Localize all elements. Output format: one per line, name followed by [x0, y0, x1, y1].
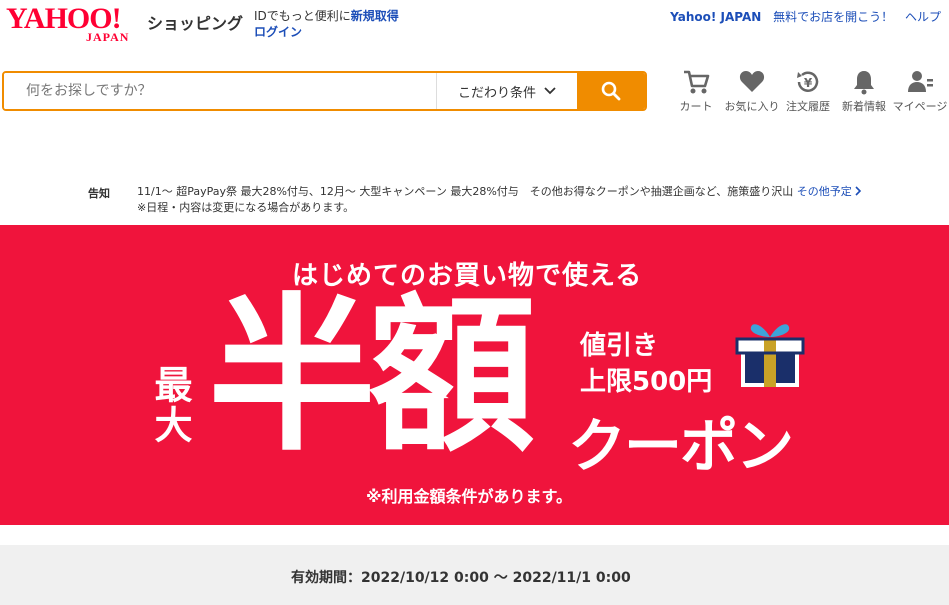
- chevron-down-icon: [544, 87, 556, 95]
- notice-label: 告知: [88, 187, 110, 200]
- shopping-title[interactable]: ショッピング: [147, 10, 243, 34]
- user-icon: [908, 71, 933, 92]
- bell-icon: [854, 71, 874, 95]
- banner-note: ※利用金額条件があります。: [366, 487, 572, 506]
- icon-nav: カート お気に入り ¥ 注文履歴 新着情報 マイページ: [668, 68, 948, 114]
- gift-box-icon: [735, 324, 805, 387]
- notice-text: 11/1～ 超PayPay祭 最大28%付与、12月～ 大型キャンペーン 最大2…: [137, 184, 862, 216]
- id-text: IDでもっと便利に: [254, 9, 351, 23]
- history-icon: ¥: [797, 71, 819, 92]
- notice-line2: ※日程・内容は変更になる場合があります。: [137, 201, 355, 214]
- notice-more-link[interactable]: その他予定: [797, 185, 862, 198]
- mypage-label: マイページ: [892, 100, 948, 113]
- search-bar: こだわり条件: [2, 71, 647, 111]
- header-links: Yahoo! JAPAN 無料でお店を開こう！ ヘルプ: [670, 8, 949, 25]
- nav-favorites[interactable]: お気に入り: [724, 68, 780, 114]
- heart-icon: [739, 71, 765, 92]
- search-icon: [601, 81, 621, 101]
- search-button[interactable]: [577, 73, 645, 109]
- nav-cart[interactable]: カート: [668, 68, 724, 114]
- coupon-banner[interactable]: はじめてのお買い物で使える 最大 半額 値引き 上限500円 クーポン ※利用金…: [0, 225, 949, 525]
- banner-discount: 値引き: [580, 331, 659, 361]
- yahoo-logo[interactable]: YAHOO! JAPAN: [6, 4, 146, 45]
- login-link[interactable]: ログイン: [254, 25, 302, 39]
- validity-section: 有効期間：2022/10/12 0:00 ～ 2022/11/1 0:00: [0, 545, 949, 605]
- logo-sub-text: JAPAN: [86, 30, 130, 44]
- search-input[interactable]: [4, 73, 436, 109]
- banner-limit: 上限500円: [580, 367, 713, 397]
- notice-more-label: その他予定: [796, 185, 852, 198]
- yahoo-japan-link[interactable]: Yahoo! JAPAN: [670, 10, 761, 24]
- nav-news[interactable]: 新着情報: [836, 68, 892, 114]
- banner-half-price: 半額: [208, 278, 536, 474]
- register-link[interactable]: 新規取得: [351, 9, 399, 23]
- nav-mypage[interactable]: マイページ: [892, 68, 948, 114]
- chevron-right-icon: [855, 186, 861, 196]
- nav-history[interactable]: ¥ 注文履歴: [780, 68, 836, 114]
- help-link[interactable]: ヘルプ: [905, 10, 941, 24]
- open-shop-link[interactable]: 無料でお店を開こう！: [773, 10, 893, 24]
- validity-period: 有効期間：2022/10/12 0:00 ～ 2022/11/1 0:00: [291, 570, 631, 586]
- id-block: IDでもっと便利に新規取得 ログイン: [254, 8, 399, 40]
- cart-label: カート: [679, 100, 713, 113]
- banner-max: 最大: [148, 365, 192, 445]
- notice-line1: 11/1～ 超PayPay祭 最大28%付与、12月～ 大型キャンペーン 最大2…: [137, 185, 794, 198]
- history-label: 注文履歴: [786, 100, 830, 113]
- favorites-label: お気に入り: [724, 100, 780, 113]
- banner-coupon: クーポン: [568, 412, 794, 480]
- cart-icon: [684, 70, 710, 94]
- conditions-dropdown[interactable]: こだわり条件: [436, 73, 577, 109]
- conditions-label: こだわり条件: [457, 85, 536, 101]
- news-label: 新着情報: [842, 100, 886, 113]
- svg-text:¥: ¥: [804, 76, 813, 90]
